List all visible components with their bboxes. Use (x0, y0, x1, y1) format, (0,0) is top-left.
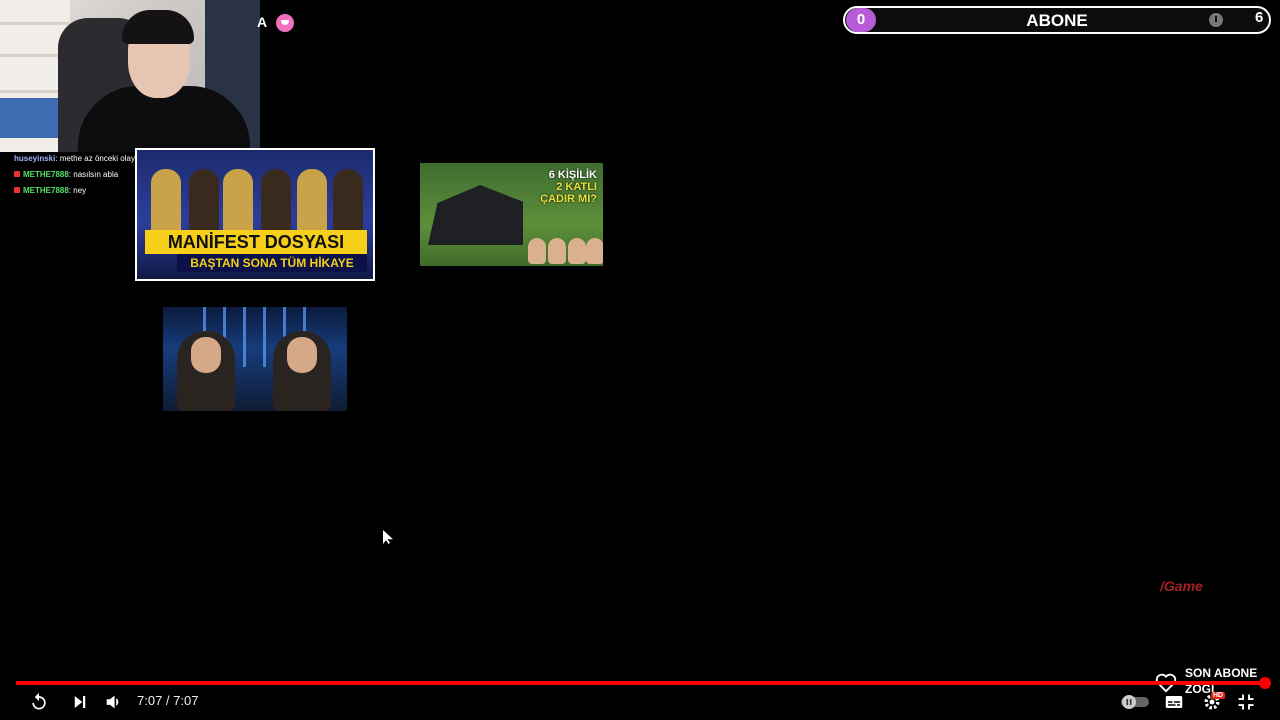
scrubber-handle[interactable] (1259, 677, 1271, 689)
volume-button[interactable] (102, 690, 126, 714)
tent-image (428, 185, 523, 245)
alert-letter: A (257, 14, 268, 30)
next-button[interactable] (68, 690, 92, 714)
endscreen-video-1[interactable]: MANİFEST DOSYASI BAŞTAN SONA TÜM HİKAYE (135, 148, 375, 281)
streamer-hair (122, 10, 194, 44)
last-subscriber-label: SON ABONE (1185, 666, 1258, 680)
storage-box (0, 98, 60, 138)
volume-icon (106, 695, 119, 709)
exit-fullscreen-icon (1238, 694, 1254, 710)
exit-fullscreen-button[interactable] (1234, 690, 1258, 714)
thumbnail-caption: 6 KİŞİLİK 2 KATLI ÇADIR MI? (540, 169, 597, 205)
sub-badge-icon (14, 171, 20, 177)
goal-target-count: 6 (1255, 9, 1264, 26)
autoplay-toggle-icon (1121, 695, 1149, 709)
webcam-feed (0, 0, 260, 152)
endscreen-video-3[interactable] (163, 307, 347, 411)
clock-icon (1209, 13, 1223, 27)
time-display: 7:07 / 7:07 (137, 693, 199, 708)
progress-bar[interactable] (16, 677, 1271, 689)
skip-next-icon (74, 696, 86, 708)
channel-watermark[interactable]: /Game (1160, 578, 1203, 594)
thumbnail-subtitle: BAŞTAN SONA TÜM HİKAYE (177, 254, 367, 272)
endscreen-video-2[interactable]: 6 KİŞİLİK 2 KATLI ÇADIR MI? (420, 163, 603, 266)
replay-button[interactable] (27, 690, 51, 714)
chat-username: huseyinski (14, 154, 56, 163)
chat-username: METHE7888 (23, 170, 69, 179)
chat-text: nasılsın abla (73, 170, 119, 179)
podcast-guest (273, 331, 331, 411)
podcast-host (177, 331, 235, 411)
subtitles-button[interactable] (1162, 690, 1186, 714)
sub-badge-icon (14, 187, 20, 193)
subscribe-goal-bar: 0 ABONE 6 (843, 6, 1271, 34)
subtitles-icon (1165, 696, 1183, 708)
autoplay-toggle[interactable] (1120, 690, 1150, 714)
settings-button[interactable]: HD (1198, 690, 1226, 714)
replay-icon (32, 692, 46, 710)
chat-username: METHE7888 (23, 186, 69, 195)
chat-text: ney (73, 186, 87, 195)
thumbnail-title: MANİFEST DOSYASI (145, 230, 367, 254)
emoji-icon (276, 14, 294, 32)
goal-label: ABONE (1026, 11, 1088, 30)
hd-badge: HD (1211, 692, 1226, 699)
mouse-cursor-icon (383, 530, 393, 544)
